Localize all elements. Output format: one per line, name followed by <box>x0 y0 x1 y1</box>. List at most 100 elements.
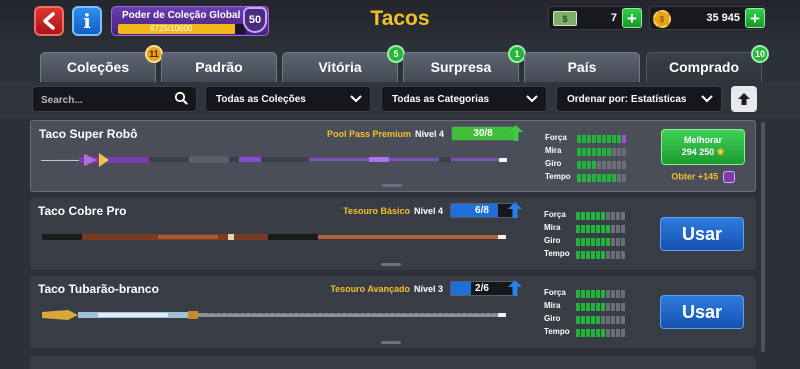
info-icon: i <box>83 9 91 33</box>
stat-segment <box>591 225 595 233</box>
add-coins-button[interactable]: + <box>745 8 765 28</box>
stat-segment <box>581 290 585 298</box>
tab-comprado[interactable]: Comprado 10 <box>646 45 769 82</box>
stat-segment <box>591 290 595 298</box>
stat-segment <box>622 161 626 169</box>
stat-bar <box>576 225 625 233</box>
coin-icon: $ <box>653 10 671 28</box>
stat-line: Mira <box>545 146 655 159</box>
stat-segment <box>586 329 590 337</box>
stat-segment <box>611 329 615 337</box>
chevron-down-icon <box>350 95 362 103</box>
use-button[interactable]: Usar <box>660 295 744 329</box>
stat-bar <box>577 148 626 156</box>
stat-segment <box>616 238 620 246</box>
stat-bar <box>576 329 625 337</box>
stat-segment <box>591 238 595 246</box>
stat-segment <box>616 303 620 311</box>
back-arrow-icon <box>43 12 55 30</box>
stat-segment <box>577 135 581 143</box>
stat-segment <box>576 238 580 246</box>
collection-power-icon <box>722 171 735 183</box>
stat-bar <box>576 290 625 298</box>
stat-segment <box>596 290 600 298</box>
arrow-up-icon <box>738 93 750 105</box>
stat-label: Tempo <box>544 249 570 258</box>
stat-line: Força <box>544 288 654 301</box>
stat-segment <box>576 212 580 220</box>
scrollbar-thumb[interactable] <box>761 122 765 352</box>
back-button[interactable] <box>34 6 64 36</box>
collection-power-title: Poder de Coleção Global <box>122 10 241 21</box>
cue-row[interactable] <box>30 356 756 369</box>
use-button[interactable]: Usar <box>660 217 744 251</box>
stat-segment <box>601 225 605 233</box>
stat-segment <box>582 148 586 156</box>
stat-segment <box>586 316 590 324</box>
stat-segment <box>607 161 611 169</box>
stat-label: Força <box>544 210 566 219</box>
stat-segment <box>601 251 605 259</box>
search-box[interactable] <box>32 86 197 112</box>
search-input[interactable] <box>41 91 171 109</box>
stat-segment <box>601 212 605 220</box>
stat-label: Força <box>544 288 566 297</box>
stat-segment <box>581 212 585 220</box>
stat-segment <box>597 135 601 143</box>
tab-pais[interactable]: País <box>524 52 640 82</box>
stat-segment <box>576 316 580 324</box>
search-icon[interactable] <box>174 91 188 105</box>
stat-segment <box>616 329 620 337</box>
level-progress-bar: 6/8 <box>450 203 514 218</box>
tab-vitoria[interactable]: Vitória 5 <box>282 45 405 82</box>
stat-segment <box>597 174 601 182</box>
tab-colecoes[interactable]: Coleções 11 <box>40 45 163 82</box>
stat-segment <box>596 251 600 259</box>
upgrade-cost-value: 294 250 <box>681 147 715 157</box>
stat-segment <box>596 225 600 233</box>
stat-segment <box>596 238 600 246</box>
stat-line: Tempo <box>544 249 654 262</box>
stat-bar <box>576 316 625 324</box>
stat-segment <box>582 161 586 169</box>
cue-stick-image <box>42 234 506 240</box>
cue-row[interactable]: Taco Super Robô Pool Pass Premium Nível … <box>30 120 756 192</box>
tab-padrao[interactable]: Padrão <box>161 52 277 82</box>
upgrade-cost: 294 250 ✹ <box>662 147 744 158</box>
stat-segment <box>597 148 601 156</box>
stat-segment <box>607 135 611 143</box>
stat-segment <box>581 303 585 311</box>
stat-segment <box>622 148 626 156</box>
sort-direction-button[interactable] <box>731 86 757 112</box>
add-cash-button[interactable]: + <box>622 8 642 28</box>
upgrade-button[interactable]: Melhorar 294 250 ✹ <box>661 129 745 165</box>
stat-segment <box>592 174 596 182</box>
cue-stats: Força Mira Giro Tempo <box>544 210 654 262</box>
tab-label: Vitória <box>318 59 362 75</box>
collection-filter-dropdown[interactable]: Todas as Coleções <box>205 86 371 112</box>
stat-segment <box>621 329 625 337</box>
stat-segment <box>596 316 600 324</box>
dropdown-label: Todas as Categorias <box>392 94 490 105</box>
chevron-down-icon <box>526 95 538 103</box>
stat-segment <box>622 174 626 182</box>
stat-segment <box>592 135 596 143</box>
sort-dropdown[interactable]: Ordenar por: Estatísticas <box>556 86 722 112</box>
cue-row[interactable]: Taco Cobre Pro Tesouro Básico Nível 4 6/… <box>30 198 756 270</box>
stat-bar <box>577 135 626 143</box>
stat-segment <box>581 251 585 259</box>
stat-segment <box>602 148 606 156</box>
row-handle <box>381 341 401 344</box>
cue-stats: Força Mira Giro Tempo <box>544 288 654 340</box>
stat-segment <box>621 251 625 259</box>
category-filter-dropdown[interactable]: Todas as Categorias <box>381 86 547 112</box>
stat-segment <box>581 329 585 337</box>
info-button[interactable]: i <box>72 6 102 36</box>
stat-segment <box>601 290 605 298</box>
cue-row[interactable]: Taco Tubarão-branco Tesouro Avançado Nív… <box>30 276 756 348</box>
stat-segment <box>621 303 625 311</box>
stat-label: Giro <box>545 159 562 168</box>
stat-line: Mira <box>544 301 654 314</box>
tab-surpresa[interactable]: Surpresa 1 <box>403 45 526 82</box>
stat-segment <box>611 316 615 324</box>
